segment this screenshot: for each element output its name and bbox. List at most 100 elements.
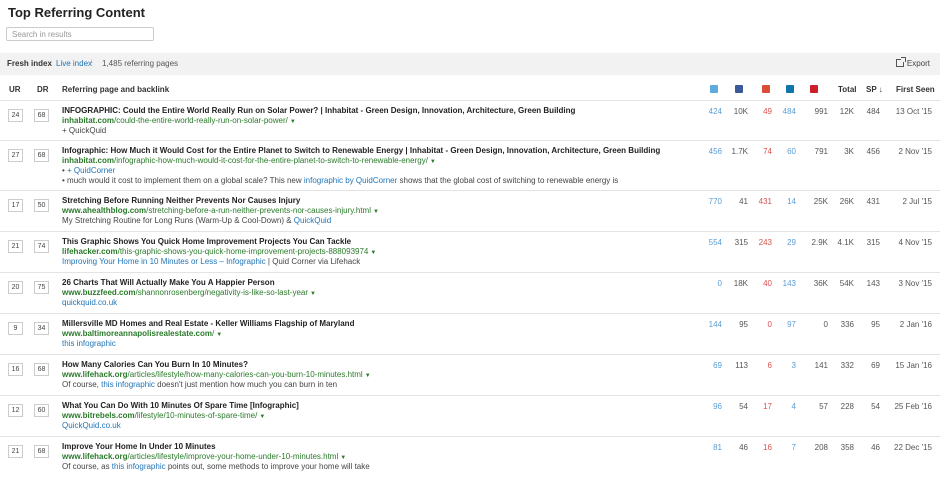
column-referring-page: Referring page and backlink bbox=[62, 85, 170, 94]
anchor-link[interactable]: this infographic bbox=[112, 462, 166, 471]
referring-page-title[interactable]: Millersville MD Homes and Real Estate - … bbox=[62, 319, 354, 328]
url-dropdown-icon[interactable]: ▼ bbox=[365, 373, 371, 379]
anchor-link[interactable]: this infographic bbox=[62, 339, 116, 348]
first-seen-date: 15 Jan '16 bbox=[895, 361, 932, 370]
url-path: /stretching-before-a-run-neither-prevent… bbox=[146, 206, 371, 215]
google-plus-icon[interactable] bbox=[762, 85, 770, 93]
anchor-link[interactable]: this infographic bbox=[101, 380, 155, 389]
google-plus-count: 243 bbox=[758, 238, 772, 247]
referring-page-title[interactable]: This Graphic Shows You Quick Home Improv… bbox=[62, 237, 351, 246]
url-domain: www.lifehack.org bbox=[62, 452, 128, 461]
first-seen-date: 2 Jan '16 bbox=[899, 320, 932, 329]
sp-count: 69 bbox=[871, 361, 880, 370]
anchor-link[interactable]: Improving Your Home in 10 Minutes or Les… bbox=[62, 257, 266, 266]
url-dropdown-icon[interactable]: ▼ bbox=[216, 332, 222, 338]
fresh-index-tab[interactable]: Fresh index bbox=[7, 59, 52, 68]
table-row: 20 75 26 Charts That Will Actually Make … bbox=[0, 272, 940, 314]
google-plus-count: 49 bbox=[763, 107, 772, 116]
backlink-anchor-line: My Stretching Routine for Long Runs (War… bbox=[62, 216, 331, 225]
backlink-anchor-line: Of course, this infographic doesn't just… bbox=[62, 380, 337, 389]
url-domain: www.buzzfeed.com bbox=[62, 288, 136, 297]
column-sp[interactable]: SP ↓ bbox=[866, 85, 883, 94]
backlink-anchor-line: Of course, as this infographic points ou… bbox=[62, 462, 370, 471]
referring-page-url[interactable]: inhabitat.com/infographic-how-much-would… bbox=[62, 156, 436, 165]
backlink-anchor-line: + QuickQuid bbox=[62, 126, 106, 135]
referring-page-url[interactable]: www.lifehack.org/articles/lifestyle/impr… bbox=[62, 452, 346, 461]
url-dropdown-icon[interactable]: ▼ bbox=[310, 291, 316, 297]
referring-page-title[interactable]: Infographic: How Much it Would Cost for … bbox=[62, 146, 660, 155]
live-index-tab[interactable]: Live index bbox=[56, 59, 92, 68]
twitter-count: 554 bbox=[708, 238, 722, 247]
ur-value: 21 bbox=[8, 445, 23, 458]
url-domain: www.lifehack.org bbox=[62, 370, 128, 379]
google-plus-count: 16 bbox=[763, 443, 772, 452]
referring-page-title[interactable]: How Many Calories Can You Burn In 10 Min… bbox=[62, 360, 248, 369]
url-dropdown-icon[interactable]: ▼ bbox=[430, 159, 436, 165]
anchor-link[interactable]: quickquid.co.uk bbox=[62, 298, 117, 307]
referring-page-title[interactable]: INFOGRAPHIC: Could the Entire World Real… bbox=[62, 106, 575, 115]
anchor-link[interactable]: QuickQuid bbox=[294, 216, 331, 225]
pinterest-count: 208 bbox=[814, 443, 828, 452]
column-ur[interactable]: UR bbox=[9, 85, 21, 94]
referring-page-url[interactable]: www.ahealthblog.com/stretching-before-a-… bbox=[62, 206, 379, 215]
backlink-anchor-line: this infographic bbox=[62, 339, 116, 348]
export-button[interactable]: Export bbox=[895, 57, 930, 68]
column-dr[interactable]: DR bbox=[37, 85, 49, 94]
first-seen-date: 3 Nov '15 bbox=[898, 279, 932, 288]
url-path: /articles/lifestyle/how-many-calories-ca… bbox=[127, 370, 363, 379]
url-dropdown-icon[interactable]: ▼ bbox=[373, 209, 379, 215]
url-dropdown-icon[interactable]: ▼ bbox=[340, 455, 346, 461]
context-link[interactable]: infographic by QuidCorner bbox=[304, 176, 397, 185]
referring-page-title[interactable]: What You Can Do With 10 Minutes Of Spare… bbox=[62, 401, 299, 410]
referring-page-url[interactable]: lifehacker.com/this-graphic-shows-you-qu… bbox=[62, 247, 376, 256]
linkedin-count: 3 bbox=[791, 361, 796, 370]
anchor-prefix: + QuickQuid bbox=[62, 126, 107, 135]
url-dropdown-icon[interactable]: ▼ bbox=[259, 414, 265, 420]
linkedin-icon[interactable] bbox=[786, 85, 794, 93]
referring-page-title[interactable]: Improve Your Home In Under 10 Minutes bbox=[62, 442, 216, 451]
backlink-anchor-line: quickquid.co.uk bbox=[62, 298, 117, 307]
referring-page-url[interactable]: www.baltimoreannapolisrealestate.com/▼ bbox=[62, 329, 222, 338]
url-domain: inhabitat.com bbox=[62, 116, 115, 125]
twitter-icon[interactable] bbox=[710, 85, 718, 93]
twitter-count: 770 bbox=[708, 197, 722, 206]
referring-page-title[interactable]: 26 Charts That Will Actually Make You A … bbox=[62, 278, 275, 287]
url-domain: inhabitat.com bbox=[62, 156, 115, 165]
anchor-link[interactable]: + QuidCorner bbox=[67, 166, 115, 175]
referring-page-url[interactable]: inhabitat.com/could-the-entire-world-rea… bbox=[62, 116, 296, 125]
referring-page-url[interactable]: www.lifehack.org/articles/lifestyle/how-… bbox=[62, 370, 371, 379]
total-count: 358 bbox=[840, 443, 854, 452]
google-plus-count: 17 bbox=[763, 402, 772, 411]
page-title: Top Referring Content bbox=[8, 5, 145, 20]
url-path: /this-graphic-shows-you-quick-home-impro… bbox=[117, 247, 369, 256]
total-count: 3K bbox=[844, 147, 854, 156]
referring-page-url[interactable]: www.buzzfeed.com/shannonrosenberg/negati… bbox=[62, 288, 316, 297]
dr-value: 34 bbox=[34, 322, 49, 335]
live-index-dropdown-icon[interactable]: ↓ bbox=[90, 58, 94, 65]
total-count: 12K bbox=[839, 107, 854, 116]
linkedin-count: 143 bbox=[782, 279, 796, 288]
linkedin-count: 484 bbox=[782, 107, 796, 116]
referring-page-title[interactable]: Stretching Before Running Neither Preven… bbox=[62, 196, 300, 205]
twitter-count: 456 bbox=[708, 147, 722, 156]
facebook-count: 10K bbox=[733, 107, 748, 116]
facebook-icon[interactable] bbox=[735, 85, 743, 93]
total-count: 332 bbox=[840, 361, 854, 370]
search-input[interactable] bbox=[6, 27, 154, 41]
table-row: 9 34 Millersville MD Homes and Real Esta… bbox=[0, 313, 940, 355]
table-row: 17 50 Stretching Before Running Neither … bbox=[0, 190, 940, 232]
facebook-count: 315 bbox=[734, 238, 748, 247]
google-plus-count: 431 bbox=[758, 197, 772, 206]
url-dropdown-icon[interactable]: ▼ bbox=[290, 119, 296, 125]
pinterest-count: 57 bbox=[819, 402, 828, 411]
column-total[interactable]: Total bbox=[838, 85, 857, 94]
facebook-count: 54 bbox=[739, 402, 748, 411]
pinterest-icon[interactable] bbox=[810, 85, 818, 93]
anchor-link[interactable]: QuickQuid.co.uk bbox=[62, 421, 121, 430]
url-dropdown-icon[interactable]: ▼ bbox=[370, 250, 376, 256]
sp-count: 431 bbox=[866, 197, 880, 206]
facebook-count: 18K bbox=[733, 279, 748, 288]
ur-value: 21 bbox=[8, 240, 23, 253]
referring-page-url[interactable]: www.bitrebels.com/lifestyle/10-minutes-o… bbox=[62, 411, 265, 420]
column-first-seen[interactable]: First Seen bbox=[896, 85, 935, 94]
